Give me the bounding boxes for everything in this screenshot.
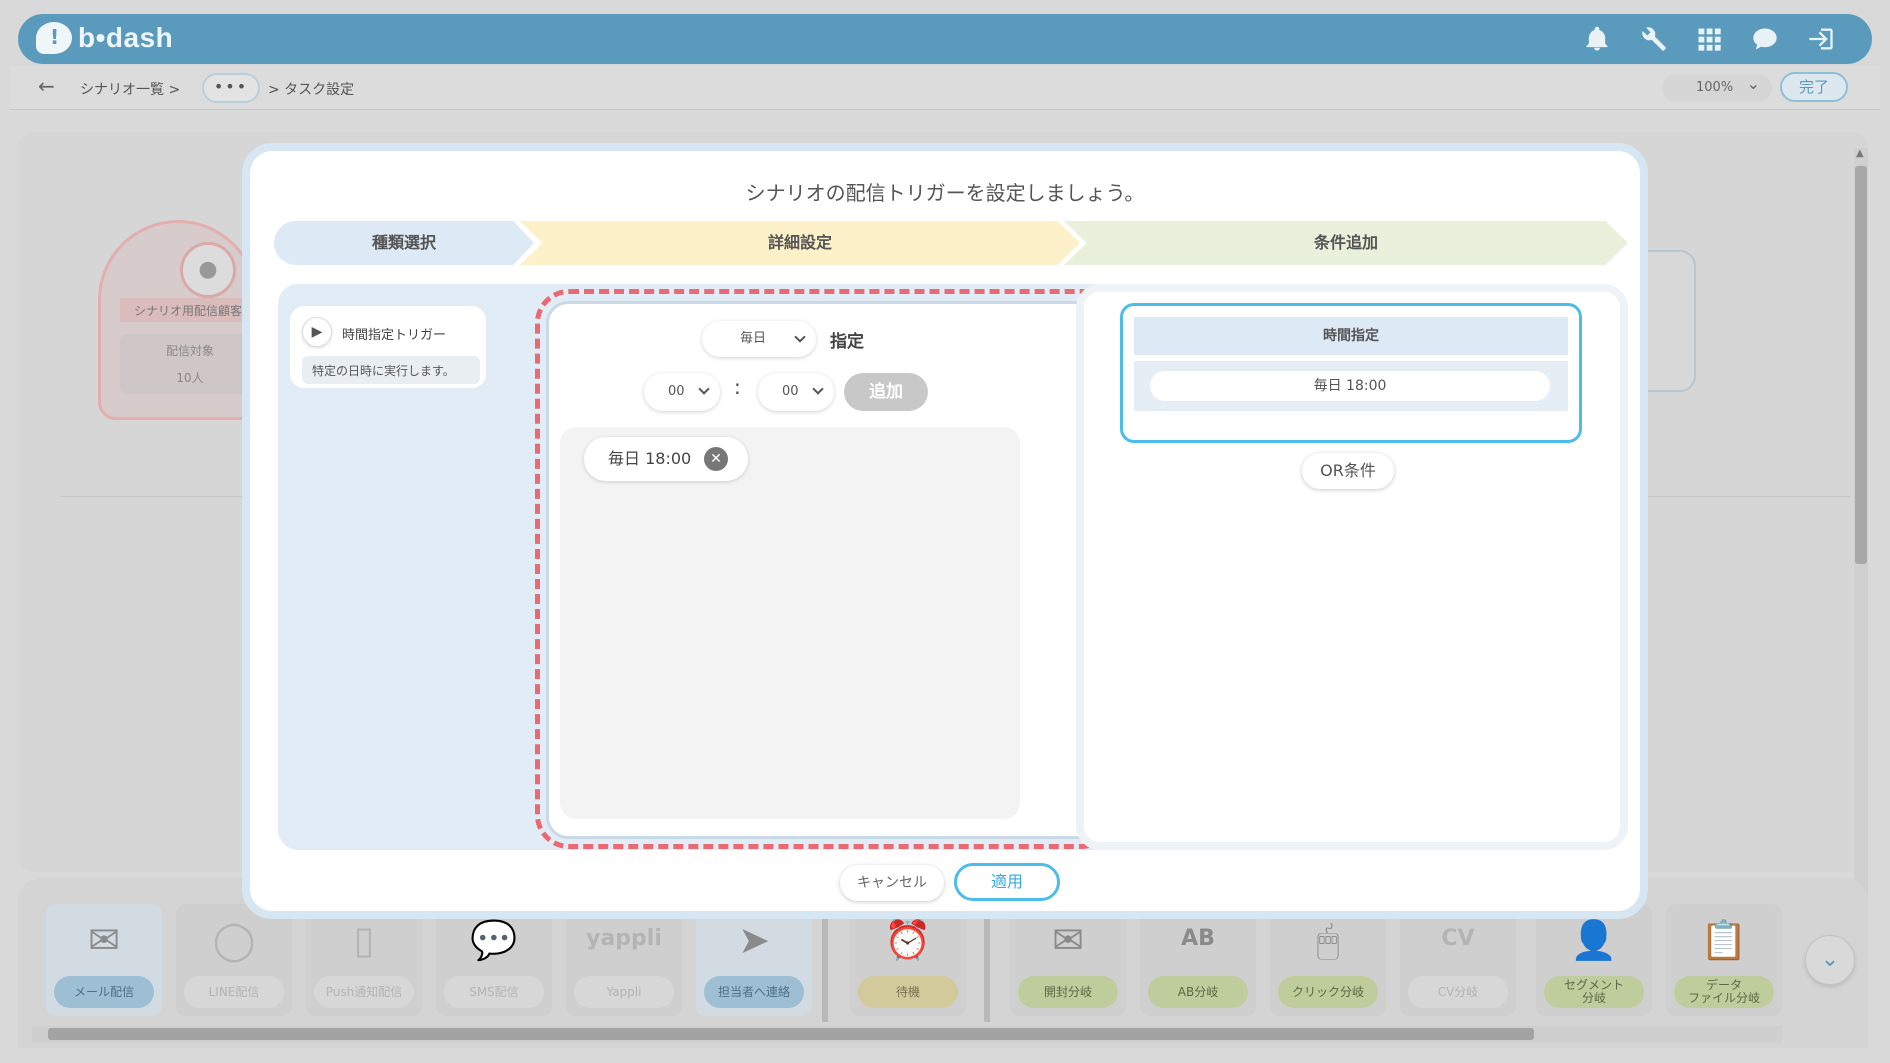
zoom-select[interactable]: 100% [1662,70,1772,102]
modal-title: シナリオの配信トリガーを設定しましょう。 [745,181,1145,205]
condition-value: 毎日 18:00 [1150,371,1550,401]
done-button[interactable]: 完了 [1780,72,1848,102]
apply-button[interactable]: 適用 [954,863,1060,901]
trigger-settings-modal: シナリオの配信トリガーを設定しましょう。 種類選択 詳細設定 条件追加 ▶ 時間… [242,143,1648,919]
wrench-icon[interactable] [1638,24,1668,54]
tool-push-phone[interactable]: ▯ Push通知配信 [306,904,422,1016]
step-detail-settings[interactable]: 詳細設定 [520,221,1080,265]
start-node-count: 10人 [176,371,204,385]
tool-label: Push通知配信 [314,976,414,1008]
line-icon: ◯ [212,918,256,962]
sms-bubble-icon: 💬 [470,918,518,962]
tool-label: 待機 [858,976,958,1008]
vertical-scrollbar-thumb[interactable] [1855,166,1867,564]
tool-label: AB分岐 [1148,976,1248,1008]
open-envelope-icon: ✉ [1052,918,1084,962]
cancel-button[interactable]: キャンセル [840,865,944,901]
tool-paper-plane[interactable]: ➤ 担当者へ連絡 [696,904,812,1016]
tool-clipboard[interactable]: 📋 データ ファイル分岐 [1666,904,1782,1016]
bell-icon[interactable] [1582,24,1612,54]
start-node-target: 配信対象 10人 [120,334,260,394]
tool-label: SMS配信 [444,976,544,1008]
yappli-icon: yappli [586,926,662,951]
paper-plane-icon: ➤ [738,918,770,962]
scroll-up-arrow-icon[interactable]: ▲ [1856,148,1864,159]
tool-ab[interactable]: AB AB分岐 [1140,904,1256,1016]
breadcrumb-ellipsis-button[interactable]: ••• [202,73,260,103]
logo-text: b•dash [78,22,174,53]
tool-line[interactable]: ◯ LINE配信 [176,904,292,1016]
breadcrumb-current: > タスク設定 [268,82,355,98]
bdash-logo[interactable]: b•dash [36,22,173,54]
tool-yappli[interactable]: yappli Yappli [566,904,682,1016]
back-arrow-icon[interactable]: ← [38,74,55,98]
condition-header: 時間指定 [1134,317,1568,355]
tool-label: メール配信 [54,976,154,1008]
ab-icon: AB [1181,926,1215,951]
toolbox-separator [822,918,828,1022]
logout-icon[interactable] [1806,24,1836,54]
push-phone-icon: ▯ [353,918,375,962]
highlight-dashed-outline [535,289,1115,849]
tool-label: Yappli [574,976,674,1008]
tool-sms-bubble[interactable]: 💬 SMS配信 [436,904,552,1016]
top-header-bar: b•dash [18,14,1872,64]
chevron-down-icon: ⌄ [1820,947,1840,972]
step-type-selection[interactable]: 種類選択 [274,221,534,265]
tool-mouse[interactable]: 🖱 クリック分岐 [1270,904,1386,1016]
tool-label: CV分岐 [1408,976,1508,1008]
tool-segment-portrait[interactable]: 👤 セグメント 分岐 [1536,904,1652,1016]
tool-label: 担当者へ連絡 [704,976,804,1008]
time-trigger-description: 特定の日時に実行します。 [302,356,480,384]
toolbox-separator [984,918,990,1022]
tool-label: セグメント 分岐 [1544,976,1644,1008]
breadcrumb-bar: ← シナリオ一覧 > ••• > タスク設定 100% 完了 [10,66,1880,110]
tool-open-envelope[interactable]: ✉ 開封分岐 [1010,904,1126,1016]
chat-bubble-icon[interactable] [1750,24,1780,54]
play-arrow-icon: ▶ [302,317,332,347]
segment-portrait-icon: 👤 [1570,918,1618,962]
customers-group-icon: ● [180,242,236,298]
cv-search-icon: CV [1441,926,1475,951]
toolbox-collapse-button[interactable]: ⌄ [1805,935,1855,985]
clipboard-icon: 📋 [1700,918,1748,962]
tool-cv-search[interactable]: CV CV分岐 [1400,904,1516,1016]
start-node-label: シナリオ用配信顧客 [120,298,260,322]
tool-label: 開封分岐 [1018,976,1118,1008]
time-trigger-name: 時間指定トリガー [342,328,447,343]
breadcrumb-scenario-list[interactable]: シナリオ一覧 > [80,79,180,99]
alarm-clock-icon: ⏰ [884,918,932,962]
mouse-icon: 🖱 [1316,918,1340,962]
header-icon-group [1582,24,1836,54]
start-node-target-label: 配信対象 [165,344,214,358]
tool-label: LINE配信 [184,976,284,1008]
horizontal-scrollbar-thumb[interactable] [48,1028,1534,1040]
logo-bubble-icon [36,22,72,54]
tool-label: データ ファイル分岐 [1674,976,1774,1008]
envelope-icon: ✉ [88,918,120,962]
tool-alarm-clock[interactable]: ⏰ 待機 [850,904,966,1016]
tool-envelope[interactable]: ✉ メール配信 [46,904,162,1016]
tool-label: クリック分岐 [1278,976,1378,1008]
or-condition-button[interactable]: OR条件 [1302,453,1394,489]
step-add-conditions[interactable]: 条件追加 [1064,221,1628,265]
apps-grid-icon[interactable] [1694,24,1724,54]
